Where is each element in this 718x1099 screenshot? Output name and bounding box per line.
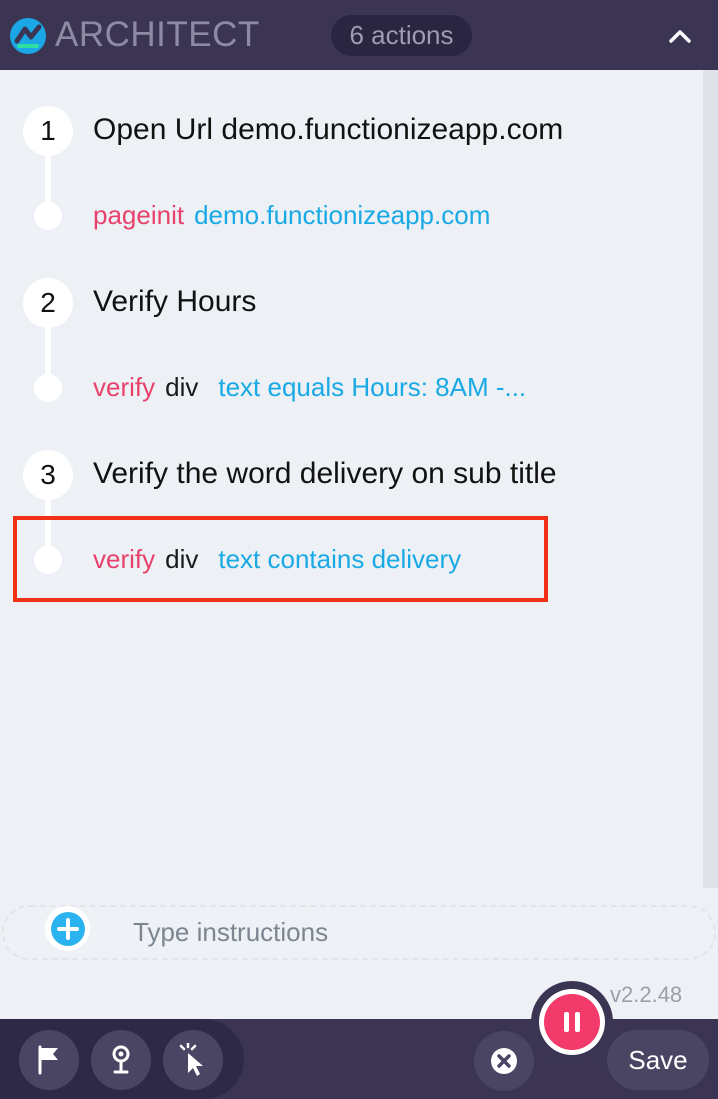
step-number: 1 — [23, 106, 73, 156]
instructions-input[interactable] — [133, 910, 673, 954]
action-target: div — [165, 372, 199, 402]
chevron-up-icon — [669, 30, 691, 43]
collapse-button[interactable] — [662, 18, 698, 54]
plus-circle-icon — [50, 911, 85, 946]
action-row[interactable]: verify div text equals Hours: 8AM -... — [93, 370, 583, 404]
step-title[interactable]: Verify the word delivery on sub title — [93, 454, 608, 494]
action-dot — [34, 202, 62, 230]
version-label: v2.2.48 — [610, 982, 683, 1007]
action-keyword: pageinit — [93, 200, 185, 230]
flag-button[interactable] — [19, 1030, 79, 1090]
action-dot — [34, 374, 62, 402]
step-title[interactable]: Open Url demo.functionizeapp.com — [93, 110, 608, 150]
add-instruction-button[interactable] — [45, 906, 90, 951]
action-keyword: verify — [93, 372, 156, 402]
waypoint-button[interactable] — [91, 1030, 151, 1090]
pause-icon — [544, 994, 600, 1050]
action-value: text equals Hours: 8AM -... — [218, 372, 527, 402]
flag-icon — [38, 1045, 58, 1075]
close-circle-icon — [491, 1048, 517, 1074]
brand-title: ARCHITECT — [55, 15, 260, 54]
actions-count-badge: 6 actions — [331, 15, 472, 56]
pointer-click-icon — [179, 1043, 203, 1076]
pin-icon — [112, 1045, 130, 1074]
action-row[interactable]: pageinit demo.functionizeapp.com — [93, 198, 583, 232]
step-title[interactable]: Verify Hours — [93, 282, 608, 322]
scrollbar[interactable] — [703, 70, 718, 888]
cancel-button[interactable] — [474, 1031, 534, 1091]
architect-logo-icon — [10, 18, 46, 54]
action-value: demo.functionizeapp.com — [194, 200, 491, 230]
save-button[interactable]: Save — [607, 1030, 709, 1090]
pointer-button[interactable] — [163, 1030, 223, 1090]
step-number: 2 — [23, 278, 73, 328]
step-number: 3 — [23, 450, 73, 500]
highlight-box — [13, 516, 548, 602]
pause-button[interactable] — [539, 989, 605, 1055]
